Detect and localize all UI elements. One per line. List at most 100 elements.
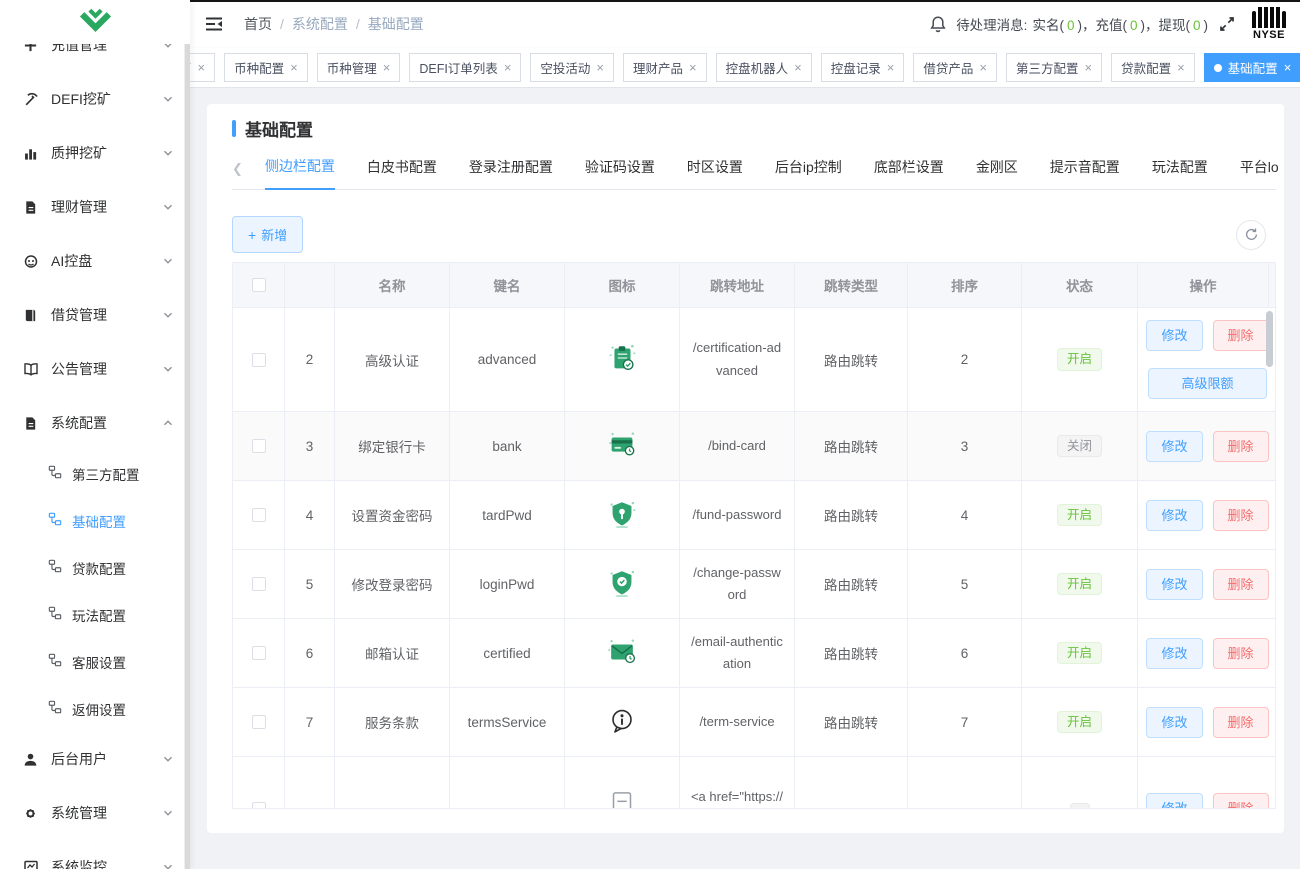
row-checkbox[interactable] — [252, 508, 266, 522]
gear-icon — [22, 806, 39, 821]
tab-item[interactable]: DEFI订单列表× — [409, 53, 521, 82]
subtab-item[interactable]: 白皮书配置 — [367, 157, 437, 189]
close-icon[interactable]: × — [1084, 61, 1092, 74]
sidebar-item-lending-management[interactable]: 借贷管理 — [0, 288, 190, 342]
chevron-left-icon[interactable]: ❮ — [232, 161, 249, 189]
tab-item[interactable]: 借贷产品× — [913, 53, 997, 82]
edit-button[interactable]: 修改 — [1146, 793, 1202, 808]
edit-button[interactable]: 修改 — [1146, 431, 1202, 462]
sidebar-item-system-monitor[interactable]: 系统监控 — [0, 840, 190, 869]
table-header-cell: 状态 — [1022, 263, 1138, 308]
sidebar-subitem-customer-service-settings[interactable]: 客服设置 — [0, 638, 190, 685]
sidebar-item-admin-users[interactable]: 后台用户 — [0, 732, 190, 786]
sidebar-subitem-gameplay-config[interactable]: 玩法配置 — [0, 591, 190, 638]
fullscreen-icon[interactable] — [1218, 15, 1236, 33]
subtab-item[interactable]: 底部栏设置 — [874, 157, 944, 189]
row-sort-cell: 7 — [908, 688, 1022, 757]
advanced-limit-button[interactable]: 高级限额 — [1148, 368, 1266, 399]
delete-button[interactable]: 删除 — [1213, 500, 1269, 531]
close-icon[interactable]: × — [383, 61, 391, 74]
delete-button[interactable]: 删除 — [1213, 638, 1269, 669]
sidebar-subitem-rebate-settings[interactable]: 返佣设置 — [0, 685, 190, 732]
sidebar-item-system-management[interactable]: 系统管理 — [0, 786, 190, 840]
row-key-cell: bank — [450, 412, 565, 481]
sidebar-item-wealth-management[interactable]: 理财管理 — [0, 180, 190, 234]
row-checkbox[interactable] — [252, 715, 266, 729]
tab-item[interactable]: 控盘机器人× — [716, 53, 812, 82]
row-checkbox[interactable] — [252, 577, 266, 591]
close-icon[interactable]: × — [198, 61, 206, 74]
breadcrumb-home[interactable]: 首页 — [244, 14, 272, 34]
subtab-item[interactable]: 验证码设置 — [585, 157, 655, 189]
edit-button[interactable]: 修改 — [1146, 500, 1202, 531]
collapse-sidebar-icon[interactable] — [204, 14, 224, 34]
tab-item[interactable]: 币× — [190, 53, 215, 82]
edit-button[interactable]: 修改 — [1146, 638, 1202, 669]
sidebar-item-announcement-management[interactable]: 公告管理 — [0, 342, 190, 396]
bell-icon[interactable] — [929, 15, 947, 33]
shield-check-icon — [605, 566, 639, 603]
edit-button[interactable]: 修改 — [1146, 707, 1202, 738]
tab-item[interactable]: 控盘记录× — [821, 53, 905, 82]
title-accent-bar — [232, 120, 236, 137]
row-checkbox[interactable] — [252, 802, 266, 809]
tab-item[interactable]: 空投活动× — [530, 53, 614, 82]
refresh-button[interactable] — [1236, 220, 1266, 250]
delete-button[interactable]: 删除 — [1213, 431, 1269, 462]
breadcrumb-current: 基础配置 — [368, 14, 424, 34]
tab-item-active[interactable]: 基础配置× — [1204, 53, 1300, 82]
subtab-item[interactable]: 后台ip控制 — [775, 157, 842, 189]
close-icon[interactable]: × — [689, 61, 697, 74]
close-icon[interactable]: × — [1284, 61, 1292, 74]
select-all-checkbox[interactable] — [252, 278, 266, 292]
breadcrumb-item[interactable]: 系统配置 — [292, 14, 348, 34]
delete-button[interactable]: 删除 — [1213, 793, 1269, 808]
row-key-cell: certified — [450, 619, 565, 688]
tab-item[interactable]: 币种配置× — [224, 53, 308, 82]
subtab-item[interactable]: 登录注册配置 — [469, 157, 553, 189]
sidebar-subitem-loan-config[interactable]: 贷款配置 — [0, 544, 190, 591]
sidebar-item-defi-mining[interactable]: DEFI挖矿 — [0, 72, 190, 126]
delete-button[interactable]: 删除 — [1213, 320, 1269, 351]
row-checkbox[interactable] — [252, 353, 266, 367]
tab-item[interactable]: 第三方配置× — [1006, 53, 1102, 82]
sidebar-item-system-config[interactable]: 系统配置 — [0, 396, 190, 450]
close-icon[interactable]: × — [290, 61, 298, 74]
subtab-item[interactable]: 时区设置 — [687, 157, 743, 189]
edit-button[interactable]: 修改 — [1146, 569, 1202, 600]
subtab-item[interactable]: 平台lo — [1240, 157, 1279, 189]
tab-item[interactable]: 币种管理× — [317, 53, 401, 82]
subtab-item[interactable]: 提示音配置 — [1050, 157, 1120, 189]
tab-label: 贷款配置 — [1121, 58, 1171, 77]
sidebar-item-staking-mining[interactable]: 质押挖矿 — [0, 126, 190, 180]
subtab-item[interactable]: 金刚区 — [976, 157, 1018, 189]
subtab-item[interactable]: 玩法配置 — [1152, 157, 1208, 189]
close-icon[interactable]: × — [979, 61, 987, 74]
edit-button[interactable]: 修改 — [1146, 320, 1202, 351]
close-icon[interactable]: × — [794, 61, 802, 74]
sidebar-subitem-basic-config[interactable]: 基础配置 — [0, 497, 190, 544]
close-icon[interactable]: × — [596, 61, 604, 74]
tab-item[interactable]: 贷款配置 × — [1111, 53, 1195, 82]
close-icon[interactable]: × — [1177, 61, 1185, 74]
row-url-cell: /change-password — [680, 550, 795, 619]
add-button[interactable]: + 新增 — [232, 216, 303, 253]
subtab-item[interactable]: 侧边栏配置 — [265, 156, 335, 190]
sidebar-item-ai-market-control[interactable]: AI控盘 — [0, 234, 190, 288]
close-icon[interactable]: × — [887, 61, 895, 74]
close-icon[interactable]: × — [504, 61, 512, 74]
tab-label: 理财产品 — [633, 58, 683, 77]
sidebar-subitem-third-party-config[interactable]: 第三方配置 — [0, 450, 190, 497]
tab-item[interactable]: 理财产品 × — [623, 53, 707, 82]
tags-bar: 币×币种配置×币种管理×DEFI订单列表×空投活动×理财产品×控盘机器人×控盘记… — [190, 48, 1300, 88]
row-checkbox[interactable] — [252, 646, 266, 660]
delete-button[interactable]: 删除 — [1213, 569, 1269, 600]
delete-button[interactable]: 删除 — [1213, 707, 1269, 738]
submenu-icon — [48, 512, 62, 529]
table-scrollbar-thumb[interactable] — [1266, 311, 1273, 367]
row-checkbox[interactable] — [252, 439, 266, 453]
row-select-cell — [233, 550, 285, 619]
row-jump-type-cell: 路由跳转 — [795, 550, 908, 619]
row-jump-type-cell: 路由跳转 — [795, 412, 908, 481]
row-status-cell: 开启 — [1022, 481, 1138, 550]
